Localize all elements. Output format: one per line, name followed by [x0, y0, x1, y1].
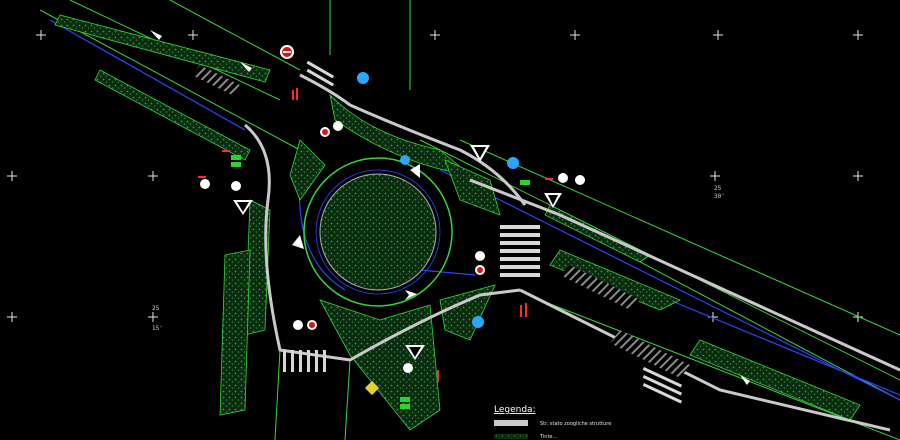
dimension-label: 25	[714, 185, 722, 192]
legend-swatch-curb	[494, 420, 528, 426]
no-entry-sign-icon	[280, 45, 294, 59]
legend: Legenda: Str. stato zoogliche strutture …	[494, 405, 611, 440]
dimension-label: 15'	[152, 325, 163, 332]
dimension-label: 25	[152, 305, 160, 312]
cad-roundabout-drawing: 25 30' 25 15' Legenda: Str. stato zoogli…	[7, 0, 900, 440]
legend-swatch-vegetation	[494, 434, 528, 439]
legend-title: Legenda:	[494, 405, 536, 415]
legend-item-label: Tinte...	[539, 434, 558, 440]
warning-triangle-icon	[544, 193, 562, 208]
vegetation	[54, 14, 861, 431]
lane-lines-blue	[49, 19, 900, 401]
dimension-label: 30'	[714, 193, 725, 200]
legend-item-label: Str. stato zoogliche strutture	[540, 421, 611, 427]
central-island	[303, 157, 453, 307]
warning-triangle-icon	[470, 145, 490, 162]
